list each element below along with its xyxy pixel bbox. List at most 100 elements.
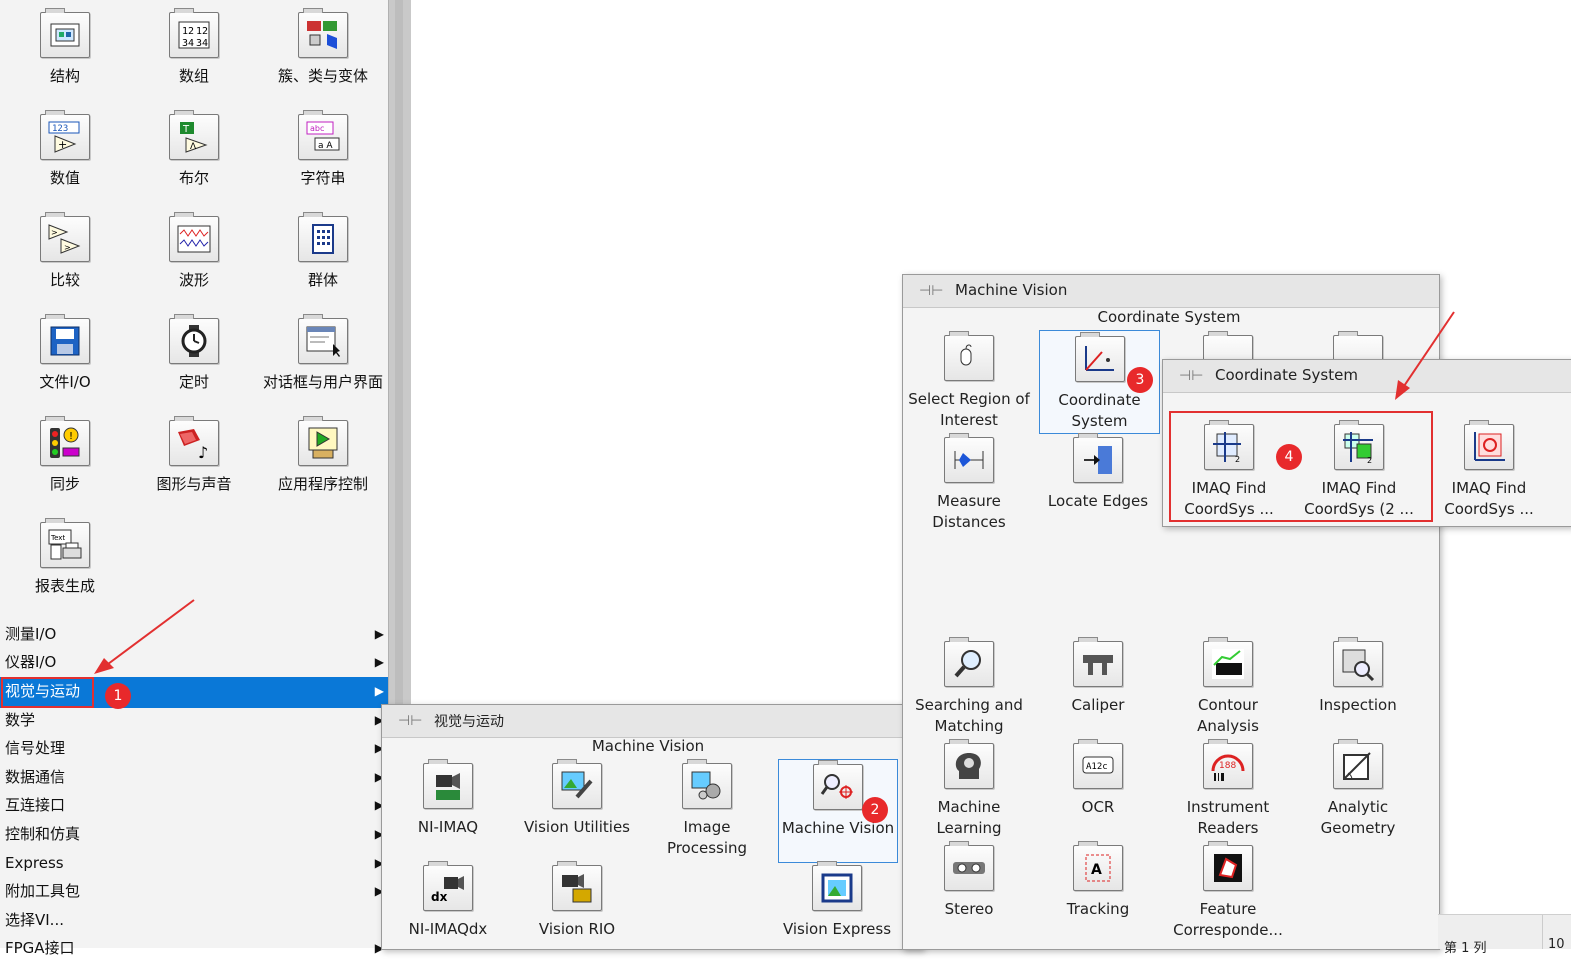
vision-rio-icon bbox=[552, 861, 602, 911]
pin-icon[interactable]: ⊣⊢ bbox=[919, 283, 943, 299]
palette-item-label: 数值 bbox=[49, 169, 80, 187]
functions-palette: 结构 12 12 34 34 数组 簇、类与变体 123 + 数值 TΛ 布尔 abc a… bbox=[0, 0, 388, 957]
timing-icon bbox=[169, 314, 219, 364]
structure-icon bbox=[40, 8, 90, 58]
palette-item-graphics-sound[interactable]: ♪ 图形与声音 bbox=[129, 416, 259, 494]
category-label: 数据通信 bbox=[5, 768, 66, 786]
category-select-vi[interactable]: 选择VI... bbox=[0, 906, 388, 934]
svg-text:>: > bbox=[64, 243, 71, 252]
select-roi-icon bbox=[944, 331, 994, 381]
palette-item-label: NI-IMAQ bbox=[417, 818, 479, 836]
palette-item-cluster[interactable]: 簇、类与变体 bbox=[258, 8, 388, 86]
palette-item-label: Tracking bbox=[1066, 900, 1130, 918]
status-extra: 10 bbox=[1548, 937, 1565, 952]
report-icon: Text bbox=[40, 518, 90, 568]
category-addons[interactable]: 附加工具包 ▶ bbox=[0, 877, 388, 905]
palette-item-analytic-geometry[interactable]: Analytic Geometry bbox=[1296, 739, 1420, 839]
palette-item-locate-edges[interactable]: Locate Edges bbox=[1036, 433, 1160, 512]
submenu-arrow-icon: ▶ bbox=[374, 627, 384, 641]
palette-item-label: Stereo bbox=[944, 900, 994, 918]
palette-item-label: Vision Express bbox=[782, 920, 892, 938]
category-label: 控制和仿真 bbox=[5, 825, 81, 843]
palette-item-instrument-readers[interactable]: 188 Instrument Readers bbox=[1166, 739, 1290, 839]
category-label: 信号处理 bbox=[5, 739, 66, 757]
annotation-badge: 4 bbox=[1276, 444, 1302, 470]
palette-item-label: 应用程序控制 bbox=[277, 475, 368, 493]
palette-item-vision-utilities[interactable]: Vision Utilities bbox=[515, 759, 639, 838]
category-express[interactable]: Express ▶ bbox=[0, 849, 388, 877]
palette-item-array[interactable]: 12 12 34 34 数组 bbox=[129, 8, 259, 86]
palette-item-machine-learning[interactable]: Machine Learning bbox=[907, 739, 1031, 839]
palette-item-caliper[interactable]: Caliper bbox=[1036, 637, 1160, 716]
svg-text:12: 12 bbox=[196, 26, 208, 37]
palette-item-label: Searching and Matching bbox=[915, 696, 1023, 735]
palette-item-imaq-find-coordsys-pattern[interactable]: IMAQ Find CoordSys ... bbox=[1427, 420, 1551, 520]
palette-item-label: 同步 bbox=[49, 475, 80, 493]
palette-header[interactable]: ⊣⊢ 视觉与运动 bbox=[382, 705, 922, 738]
category-connectivity[interactable]: 互连接口 ▶ bbox=[0, 791, 388, 819]
palette-item-label: Coordinate System bbox=[1058, 391, 1141, 430]
palette-item-label: Inspection bbox=[1319, 696, 1397, 714]
palette-item-timing[interactable]: 定时 bbox=[129, 314, 259, 392]
category-signal-processing[interactable]: 信号处理 ▶ bbox=[0, 734, 388, 762]
palette-item-label: Image Processing bbox=[666, 818, 748, 857]
annotation-badge: 3 bbox=[1127, 367, 1153, 393]
pin-icon[interactable]: ⊣⊢ bbox=[398, 713, 422, 729]
palette-item-label: Caliper bbox=[1071, 696, 1125, 714]
image-processing-icon bbox=[682, 759, 732, 809]
feature-icon bbox=[1203, 841, 1253, 891]
palette-item-inspection[interactable]: Inspection bbox=[1296, 637, 1420, 716]
annotation-badge: 2 bbox=[862, 797, 888, 823]
find-coordsys-pattern-icon bbox=[1464, 420, 1514, 470]
palette-item-waveform[interactable]: 波形 bbox=[129, 212, 259, 290]
graphics-sound-icon: ♪ bbox=[169, 416, 219, 466]
palette-item-stereo[interactable]: Stereo bbox=[907, 841, 1031, 920]
cluster-icon bbox=[298, 8, 348, 58]
palette-item-ni-imaq[interactable]: NI-IMAQ bbox=[386, 759, 510, 838]
palette-item-group[interactable]: 群体 bbox=[258, 212, 388, 290]
submenu-arrow-icon: ▶ bbox=[374, 684, 384, 698]
numeric-icon: 123 + bbox=[40, 110, 90, 160]
palette-item-label: 比较 bbox=[49, 271, 80, 289]
category-data-communication[interactable]: 数据通信 ▶ bbox=[0, 763, 388, 791]
analytic-geometry-icon bbox=[1333, 739, 1383, 789]
palette-item-select-roi[interactable]: Select Region of Interest bbox=[907, 331, 1031, 431]
category-fpga[interactable]: FPGA接口 ▶ bbox=[0, 934, 388, 962]
palette-item-structure[interactable]: 结构 bbox=[0, 8, 130, 86]
pin-icon[interactable]: ⊣⊢ bbox=[1179, 368, 1203, 384]
palette-item-string[interactable]: abc a A 字符串 bbox=[258, 110, 388, 188]
palette-item-search-match[interactable]: Searching and Matching bbox=[907, 637, 1031, 737]
category-label: 仪器I/O bbox=[5, 653, 57, 671]
palette-item-tracking[interactable]: A Tracking bbox=[1036, 841, 1160, 920]
palette-item-measure-distances[interactable]: Measure Distances bbox=[907, 433, 1031, 533]
palette-item-report[interactable]: Text 报表生成 bbox=[0, 518, 130, 596]
annotation-arrow-icon bbox=[94, 599, 195, 674]
palette-item-image-processing[interactable]: Image Processing bbox=[645, 759, 769, 859]
palette-item-boolean[interactable]: TΛ 布尔 bbox=[129, 110, 259, 188]
svg-text:T: T bbox=[182, 124, 190, 135]
palette-item-dialog[interactable]: 对话框与用户界面 bbox=[258, 314, 388, 392]
palette-item-ocr[interactable]: A12c OCR bbox=[1036, 739, 1160, 818]
palette-item-feature[interactable]: Feature Corresponde... bbox=[1166, 841, 1290, 941]
category-control-simulation[interactable]: 控制和仿真 ▶ bbox=[0, 820, 388, 848]
palette-item-label: Vision RIO bbox=[538, 920, 616, 938]
palette-item-vision-rio[interactable]: Vision RIO bbox=[515, 861, 639, 940]
category-math[interactable]: 数学 ▶ bbox=[0, 706, 388, 734]
palette-item-label: 群体 bbox=[307, 271, 338, 289]
palette-item-label: Vision Utilities bbox=[524, 818, 630, 836]
ocr-icon: A12c bbox=[1073, 739, 1123, 789]
palette-item-sync[interactable]: ! 同步 bbox=[0, 416, 130, 494]
palette-item-label: NI-IMAQdx bbox=[408, 920, 488, 938]
palette-header[interactable]: ⊣⊢ Machine Vision bbox=[903, 275, 1439, 308]
palette-item-numeric[interactable]: 123 + 数值 bbox=[0, 110, 130, 188]
palette-item-vision-express[interactable]: Vision Express bbox=[775, 861, 899, 940]
palette-item-file-io[interactable]: 文件I/O bbox=[0, 314, 130, 392]
palette-item-label: 定时 bbox=[178, 373, 209, 391]
palette-item-label: Locate Edges bbox=[1047, 492, 1149, 510]
annotation-highlight-box bbox=[1169, 411, 1433, 522]
palette-header[interactable]: ⊣⊢ Coordinate System bbox=[1163, 360, 1571, 393]
palette-item-ni-imaqdx[interactable]: dx NI-IMAQdx bbox=[386, 861, 510, 940]
palette-item-app-control[interactable]: 应用程序控制 bbox=[258, 416, 388, 494]
palette-item-contour[interactable]: Contour Analysis bbox=[1166, 637, 1290, 737]
palette-item-comparison[interactable]: > > 比较 bbox=[0, 212, 130, 290]
